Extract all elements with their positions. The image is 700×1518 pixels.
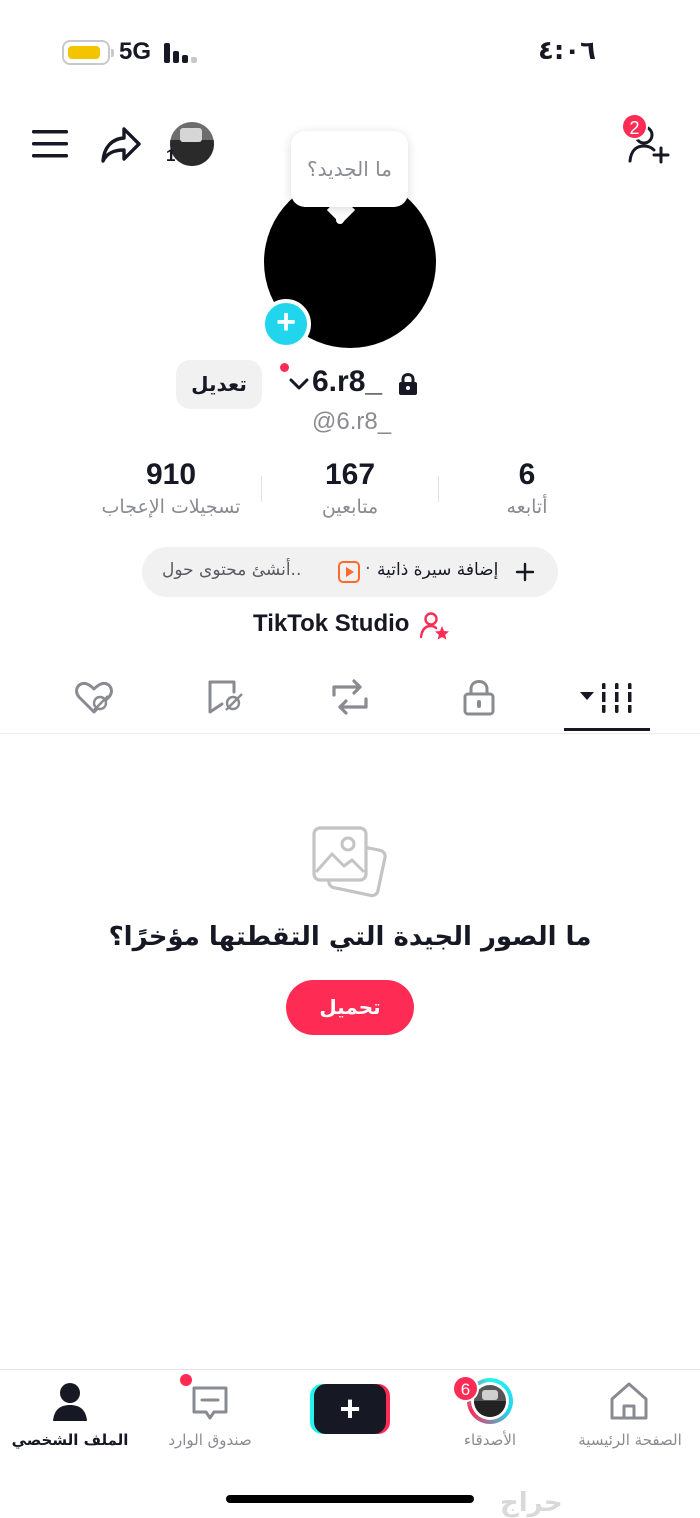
- stat-divider: [438, 476, 439, 502]
- stat-followers-value: 167: [324, 458, 376, 491]
- battery-icon: [62, 40, 114, 65]
- friends-badge: 6: [452, 1375, 479, 1402]
- liked-heart-icon[interactable]: [74, 680, 114, 716]
- edit-profile-button[interactable]: تعديل: [176, 360, 262, 409]
- story-count: 1: [166, 146, 176, 165]
- nav-friends-label[interactable]: الأصدقاء: [420, 1431, 560, 1449]
- stat-divider: [261, 476, 262, 502]
- whats-new-bubble[interactable]: ما الجديد؟: [291, 131, 408, 207]
- empty-state-title: ما الصور الجيدة التي التقطتها مؤخرًا؟: [108, 922, 592, 952]
- nav-home-label[interactable]: الصفحة الرئيسية: [560, 1431, 700, 1449]
- plus-icon: [515, 562, 535, 582]
- share-arrow-icon[interactable]: [100, 126, 142, 164]
- add-friends-badge: 2: [621, 113, 648, 140]
- user-handle: @6.r8_: [312, 408, 392, 435]
- tiktok-studio-link[interactable]: TikTok Studio: [253, 610, 409, 638]
- stat-likes[interactable]: 910 تسجيلات الإعجاب: [96, 458, 246, 518]
- nav-inbox-label[interactable]: صندوق الوارد: [140, 1431, 280, 1449]
- lock-icon: [399, 373, 417, 395]
- network-type: 5G: [119, 38, 152, 65]
- favorites-bookmark-icon[interactable]: [206, 678, 246, 716]
- stat-following-value: 6: [518, 458, 536, 491]
- videos-grid-icon[interactable]: [578, 680, 636, 716]
- notification-dot: [280, 363, 289, 372]
- photos-icon: [312, 826, 387, 898]
- studio-person-star-icon[interactable]: [420, 612, 450, 640]
- create-plus-icon[interactable]: +: [310, 1384, 390, 1434]
- nav-profile-label[interactable]: الملف الشخصي: [0, 1431, 140, 1449]
- inbox-notification-dot: [180, 1374, 192, 1386]
- chevron-down-icon[interactable]: [288, 376, 310, 392]
- username[interactable]: 6.r8_: [312, 365, 382, 399]
- home-icon[interactable]: [608, 1381, 650, 1421]
- watermark: حراج: [500, 1488, 563, 1518]
- bubble-text: ما الجديد؟: [307, 157, 392, 181]
- stat-likes-label: تسجيلات الإعجاب: [101, 496, 241, 518]
- stat-likes-value: 910: [145, 458, 197, 491]
- tabs-divider: [0, 733, 700, 734]
- stat-following-label: أتابعه: [506, 496, 548, 518]
- hamburger-menu-icon[interactable]: [32, 128, 68, 160]
- profile-person-icon[interactable]: [52, 1382, 88, 1422]
- tab-active-indicator: [564, 728, 650, 731]
- upload-button[interactable]: تحميل: [286, 980, 414, 1035]
- story-avatar[interactable]: [170, 122, 214, 166]
- repost-icon[interactable]: [330, 679, 370, 715]
- signal-icon: [164, 43, 197, 63]
- video-play-icon: [338, 561, 360, 583]
- plus-icon: +: [276, 303, 296, 341]
- add-bio-link[interactable]: إضافة سيرة ذاتية: [377, 560, 498, 580]
- stat-followers-label: متابعين: [321, 496, 379, 518]
- home-indicator: [226, 1495, 474, 1503]
- stat-following[interactable]: 6 أتابعه: [482, 458, 572, 518]
- create-content-link[interactable]: أنشئ محتوى حول..: [162, 560, 301, 580]
- status-clock: ٤:٠٦: [537, 36, 596, 66]
- add-story-button[interactable]: +: [261, 299, 311, 349]
- bio-separator: ·: [365, 558, 371, 579]
- stat-followers[interactable]: 167 متابعين: [290, 458, 410, 518]
- private-lock-icon[interactable]: [462, 678, 496, 716]
- inbox-icon[interactable]: [190, 1384, 230, 1422]
- bubble-dot: [336, 216, 344, 224]
